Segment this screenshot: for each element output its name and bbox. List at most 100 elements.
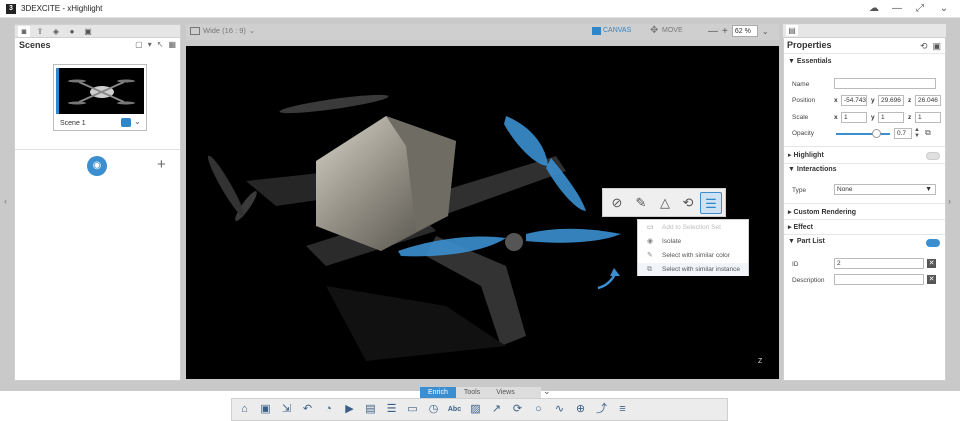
highlight-toggle[interactable]: [926, 152, 940, 160]
presentation-icon[interactable]: ▤: [361, 400, 380, 419]
fullscreen-icon[interactable]: ⤢: [912, 2, 928, 16]
viewport-toolbar: Wide (16 : 9) ⌄ CANVAS ✥ MOVE — + 62 % ⌄: [186, 24, 779, 40]
properties-header-tools: ⟲ ▣: [920, 41, 941, 52]
path-icon[interactable]: ⤴: [592, 400, 611, 419]
section-interactions[interactable]: ▼ Interactions: [788, 166, 837, 173]
move-mode-button[interactable]: MOVE: [662, 27, 683, 34]
list-icon[interactable]: ☰: [382, 400, 401, 419]
home-icon[interactable]: ⌂: [235, 400, 254, 419]
divider: [784, 219, 945, 220]
menu-item-isolate[interactable]: ◉ Isolate: [638, 235, 748, 248]
section-effect[interactable]: ▸ Effect: [788, 223, 813, 231]
description-field[interactable]: [834, 274, 924, 285]
canvas-icon[interactable]: [592, 27, 601, 35]
clear-id-icon[interactable]: ✕: [927, 259, 936, 268]
canvas-mode-button[interactable]: CANVAS: [603, 27, 631, 34]
section-part-list[interactable]: ▼ Part List: [788, 238, 825, 245]
arrow-icon[interactable]: ↗: [487, 400, 506, 419]
save-tab-icon[interactable]: ▣: [82, 26, 94, 37]
scale-x-field[interactable]: 1: [841, 112, 867, 123]
layers-tab-icon[interactable]: ◈: [50, 26, 62, 37]
undo-icon[interactable]: ⟲: [920, 41, 928, 52]
position-y-field[interactable]: 29.696: [878, 95, 904, 106]
menu-item-select-similar-color[interactable]: ✎ Select with similar color: [638, 249, 748, 262]
thumbnail-view-icon[interactable]: ▢: [135, 40, 143, 49]
minimize-icon[interactable]: —: [889, 2, 905, 16]
brush-icon[interactable]: ✎: [630, 192, 652, 214]
undo-icon[interactable]: ↶: [298, 400, 317, 419]
measure-icon[interactable]: ◷: [424, 400, 443, 419]
type-select[interactable]: None ▼: [834, 184, 936, 195]
menu-icon[interactable]: ☰: [700, 192, 722, 214]
curve-icon[interactable]: ∿: [550, 400, 569, 419]
position-z-field[interactable]: 26.046: [915, 95, 941, 106]
circle-icon[interactable]: ○: [529, 400, 548, 419]
id-field[interactable]: 2: [834, 258, 924, 269]
reset-icon[interactable]: ⟲: [677, 192, 699, 214]
name-field[interactable]: [834, 78, 936, 89]
zoom-select[interactable]: 62 %: [731, 25, 758, 37]
image-icon[interactable]: ▨: [466, 400, 485, 419]
zoom-in-icon[interactable]: +: [722, 26, 728, 37]
section-essentials[interactable]: ▼ Essentials: [788, 58, 832, 65]
dropdown-icon[interactable]: ▾: [148, 40, 152, 49]
more-icon[interactable]: ≡: [613, 400, 632, 419]
axis-indicator: Z: [758, 358, 763, 365]
hide-icon[interactable]: ⊘: [606, 192, 628, 214]
import-icon[interactable]: ⇲: [277, 400, 296, 419]
cursor-icon[interactable]: ↖: [157, 40, 164, 49]
scale-z-field[interactable]: 1: [915, 112, 941, 123]
section-custom-rendering[interactable]: ▸ Custom Rendering: [788, 208, 856, 216]
chevron-down-icon: ⌄: [248, 26, 256, 35]
chevron-left-icon[interactable]: ‹: [4, 196, 7, 206]
text-icon[interactable]: Abc: [445, 400, 464, 419]
chevron-right-icon[interactable]: ›: [948, 196, 951, 206]
chevron-down-icon[interactable]: ⌄: [134, 117, 141, 126]
chevron-down-icon[interactable]: ⌄: [936, 2, 952, 16]
divider: [15, 149, 180, 150]
grid-icon[interactable]: ▦: [168, 40, 176, 49]
save-icon[interactable]: ▣: [256, 400, 275, 419]
comment-icon[interactable]: ▭: [403, 400, 422, 419]
part-list-toggle[interactable]: [926, 239, 940, 247]
scene-name: Scene 1: [60, 120, 86, 127]
properties-tab-icon[interactable]: ▤: [786, 25, 798, 36]
scene-sync-icon[interactable]: [121, 118, 131, 127]
capture-scene-button[interactable]: ◉: [87, 156, 107, 176]
link-icon[interactable]: ⧉: [925, 128, 931, 138]
zoom-out-icon[interactable]: —: [708, 26, 718, 37]
opacity-stepper[interactable]: ▲ ▼: [914, 127, 920, 139]
play-icon[interactable]: ▶: [340, 400, 359, 419]
chevron-down-icon[interactable]: ⌄: [762, 27, 769, 36]
cone-icon[interactable]: △: [654, 192, 676, 214]
menu-item-select-similar-instance[interactable]: ⧉ Select with similar instance: [638, 263, 748, 276]
zoom-area-icon[interactable]: ⊕: [571, 400, 590, 419]
section-highlight[interactable]: ▸ Highlight: [788, 151, 824, 159]
tab-views[interactable]: Views: [488, 387, 523, 398]
chevron-down-icon[interactable]: ⌄: [543, 386, 551, 397]
share-tab-icon[interactable]: ⇪: [34, 26, 46, 37]
tab-tools[interactable]: Tools: [456, 387, 488, 398]
save-icon[interactable]: ▣: [932, 41, 941, 52]
id-label: ID: [792, 261, 799, 268]
camera-tab-icon[interactable]: ◙: [18, 26, 30, 37]
position-x-field[interactable]: -54.743: [841, 95, 867, 106]
palette-tab-icon[interactable]: ●: [66, 26, 78, 37]
aspect-ratio-label: Wide (16 : 9): [203, 26, 246, 35]
opacity-slider-handle[interactable]: [872, 129, 881, 138]
clear-description-icon[interactable]: ✕: [927, 275, 936, 284]
window-title: 3DEXCITE - xHighlight: [21, 4, 103, 13]
tab-enrich[interactable]: Enrich: [420, 387, 456, 398]
scene-card[interactable]: Scene 1 ⌄: [53, 64, 147, 131]
add-scene-button[interactable]: +: [157, 155, 166, 175]
move-icon[interactable]: ✥: [650, 25, 658, 36]
aspect-ratio-select[interactable]: Wide (16 : 9) ⌄: [190, 26, 255, 35]
cloud-icon[interactable]: ☁: [866, 2, 882, 16]
pie-icon[interactable]: ◔: [319, 400, 338, 419]
opacity-slider[interactable]: [836, 133, 890, 135]
bottom-toolbar: ⌂ ▣ ⇲ ↶ ◔ ▶ ▤ ☰ ▭ ◷ Abc ▨ ↗ ⟳ ○ ∿ ⊕ ⤴ ≡: [231, 398, 728, 421]
reset-icon[interactable]: ⟳: [508, 400, 527, 419]
menu-item-add-to-selection-set[interactable]: ▭ Add to Selection Set: [638, 221, 748, 234]
scale-y-field[interactable]: 1: [878, 112, 904, 123]
opacity-field[interactable]: 0.7: [894, 128, 912, 139]
